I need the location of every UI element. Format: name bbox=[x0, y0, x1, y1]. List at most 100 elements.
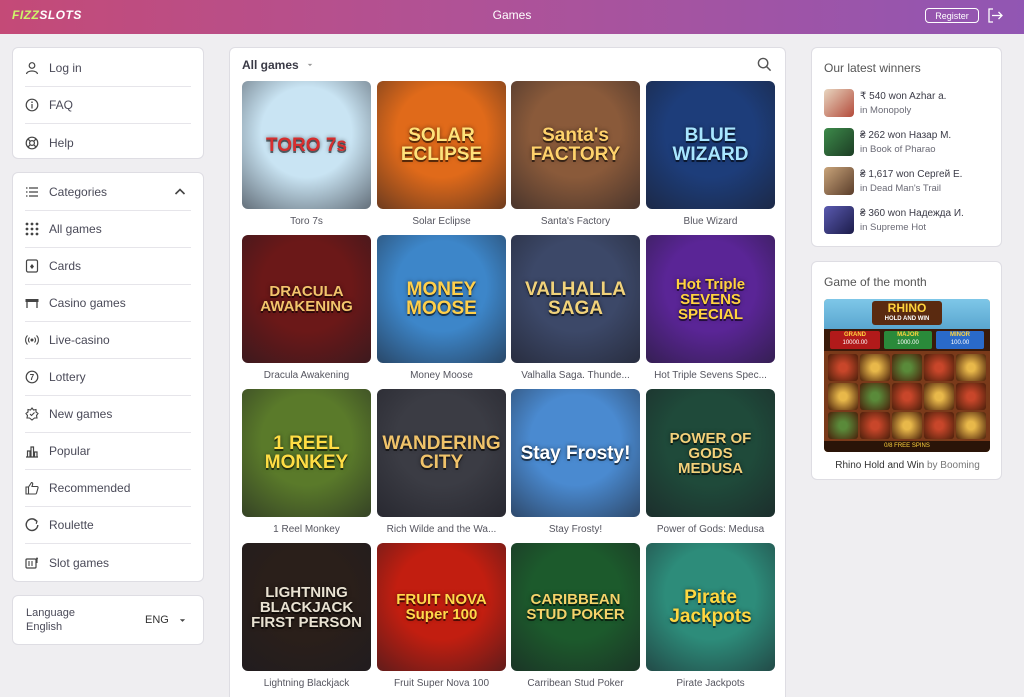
category-slot-games[interactable]: Slot games bbox=[25, 544, 191, 581]
game-tile[interactable]: CARIBBEAN STUD POKER bbox=[511, 543, 640, 671]
category-all-games[interactable]: All games bbox=[25, 211, 191, 248]
search-icon[interactable] bbox=[757, 57, 772, 72]
category-lottery[interactable]: 7 Lottery bbox=[25, 359, 191, 396]
reel-symbol bbox=[828, 412, 858, 439]
chevron-up-icon bbox=[174, 188, 186, 195]
category-label: New games bbox=[49, 407, 113, 421]
register-button[interactable]: Register bbox=[925, 8, 979, 23]
language-selector[interactable]: Language English ENG bbox=[12, 595, 204, 645]
game-tile[interactable]: Santa's FACTORY bbox=[511, 81, 640, 209]
category-cards[interactable]: Cards bbox=[25, 248, 191, 285]
winner-game: in Book of Pharao bbox=[860, 144, 936, 155]
category-roulette[interactable]: Roulette bbox=[25, 507, 191, 544]
login-link[interactable]: Log in bbox=[25, 50, 191, 87]
games-filter-dropdown[interactable]: All games bbox=[242, 57, 313, 73]
game-tile[interactable]: FRUIT NOVA Super 100 bbox=[377, 543, 506, 671]
winner-game-thumbnail bbox=[824, 128, 854, 156]
winner-item[interactable]: ₴ 360 won Надежда И. in Supreme Hot bbox=[824, 206, 994, 234]
category-label: All games bbox=[49, 222, 102, 236]
winner-game-thumbnail bbox=[824, 167, 854, 195]
category-casino-games[interactable]: Casino games bbox=[25, 285, 191, 322]
category-live-casino[interactable]: Live-casino bbox=[25, 322, 191, 359]
game-tile[interactable]: POWER OF GODS MEDUSA bbox=[646, 389, 775, 517]
help-link[interactable]: Help bbox=[25, 124, 191, 161]
login-label: Log in bbox=[49, 61, 82, 75]
categories-toggle[interactable]: Categories bbox=[25, 174, 191, 211]
winner-item[interactable]: ₴ 1,617 won Сергей Е. in Dead Man's Trai… bbox=[824, 167, 994, 195]
game-title[interactable]: Carribean Stud Poker bbox=[511, 678, 640, 691]
account-menu: Log in FAQ Help bbox=[12, 47, 204, 159]
game-title[interactable]: Stay Frosty! bbox=[511, 524, 640, 537]
language-value: English bbox=[26, 621, 63, 633]
game-tile[interactable]: 1 REEL MONKEY bbox=[242, 389, 371, 517]
winner-item[interactable]: ₹ 540 won Azhar a. in Monopoly bbox=[824, 89, 994, 117]
jackpot-major-label: MAJOR bbox=[897, 332, 919, 338]
game-title[interactable]: Fruit Super Nova 100 bbox=[377, 678, 506, 691]
game-tile[interactable]: SOLAR ECLIPSE bbox=[377, 81, 506, 209]
game-tile[interactable]: Pirate Jackpots bbox=[646, 543, 775, 671]
badge-icon bbox=[25, 407, 39, 421]
winner-item[interactable]: ₴ 262 won Назар М. in Book of Pharao bbox=[824, 128, 994, 156]
categories-header: Categories bbox=[49, 185, 108, 199]
game-thumbnail: SOLAR ECLIPSE bbox=[377, 81, 506, 209]
jackpot-major-value: 1000.00 bbox=[897, 340, 919, 346]
category-new-games[interactable]: New games bbox=[25, 396, 191, 433]
game-title[interactable]: Blue Wizard bbox=[646, 216, 775, 229]
exit-icon[interactable] bbox=[986, 7, 1004, 24]
game-tile[interactable]: WANDERING CITY bbox=[377, 389, 506, 517]
game-thumbnail: 1 REEL MONKEY bbox=[242, 389, 371, 517]
reel-symbol bbox=[860, 354, 890, 381]
games-filter-label: All games bbox=[242, 58, 299, 72]
category-recommended[interactable]: Recommended bbox=[25, 470, 191, 507]
banner-logo-subtitle: HOLD AND WIN bbox=[884, 316, 930, 322]
chart-icon bbox=[26, 446, 38, 458]
game-thumbnail: POWER OF GODS MEDUSA bbox=[646, 389, 775, 517]
game-of-month-caption: Rhino Hold and Win by Booming bbox=[812, 460, 1003, 471]
game-thumbnail: Stay Frosty! bbox=[511, 389, 640, 517]
language-label: Language bbox=[26, 607, 75, 619]
winner-amount: ₹ 540 won Azhar a. bbox=[860, 91, 947, 102]
category-label: Live-casino bbox=[49, 333, 110, 347]
game-tile[interactable]: Stay Frosty! bbox=[511, 389, 640, 517]
category-popular[interactable]: Popular bbox=[25, 433, 191, 470]
reel-symbol bbox=[828, 383, 858, 410]
game-thumbnail: FRUIT NOVA Super 100 bbox=[377, 543, 506, 671]
game-title[interactable]: Pirate Jackpots bbox=[646, 678, 775, 691]
winner-amount: ₴ 262 won Назар М. bbox=[860, 130, 952, 141]
game-of-month-name[interactable]: Rhino Hold and Win bbox=[835, 460, 924, 471]
game-title[interactable]: Money Moose bbox=[377, 370, 506, 383]
game-tile[interactable]: DRACULA AWAKENING bbox=[242, 235, 371, 363]
game-title[interactable]: Lightning Blackjack bbox=[242, 678, 371, 691]
game-title[interactable]: Power of Gods: Medusa bbox=[646, 524, 775, 537]
game-title[interactable]: Hot Triple Sevens Spec... bbox=[646, 370, 775, 383]
game-of-month-provider: by Booming bbox=[926, 460, 980, 471]
game-title[interactable]: Santa's Factory bbox=[511, 216, 640, 229]
game-of-month-banner[interactable]: RHINO HOLD AND WIN GRAND 10000.00 MAJOR … bbox=[824, 299, 990, 452]
winners-title: Our latest winners bbox=[824, 61, 921, 75]
game-thumbnail: CARIBBEAN STUD POKER bbox=[511, 543, 640, 671]
jackpot-minor: MINOR 100.00 bbox=[936, 331, 984, 349]
game-tile[interactable]: Hot Triple SEVENS SPECIAL bbox=[646, 235, 775, 363]
faq-link[interactable]: FAQ bbox=[25, 87, 191, 124]
winner-game-thumbnail bbox=[824, 89, 854, 117]
reel-symbol bbox=[860, 412, 890, 439]
game-tile[interactable]: LIGHTNING BLACKJACK FIRST PERSON bbox=[242, 543, 371, 671]
game-of-month-title: Game of the month bbox=[824, 275, 927, 289]
game-title[interactable]: Solar Eclipse bbox=[377, 216, 506, 229]
reel-symbol bbox=[956, 383, 986, 410]
game-tile[interactable]: BLUE WIZARD bbox=[646, 81, 775, 209]
game-tile[interactable]: MONEY MOOSE bbox=[377, 235, 506, 363]
game-of-month-panel: Game of the month RHINO HOLD AND WIN GRA… bbox=[811, 261, 1002, 480]
game-tile[interactable]: VALHALLA SAGA bbox=[511, 235, 640, 363]
reel-symbol bbox=[956, 354, 986, 381]
jackpot-grand-value: 10000.00 bbox=[842, 340, 868, 346]
game-title[interactable]: 1 Reel Monkey bbox=[242, 524, 371, 537]
banner-logo-title: RHINO bbox=[887, 301, 927, 315]
game-thumbnail: Pirate Jackpots bbox=[646, 543, 775, 671]
game-title[interactable]: Valhalla Saga. Thunde... bbox=[511, 370, 640, 383]
game-tile[interactable]: TORO 7s bbox=[242, 81, 371, 209]
game-title[interactable]: Toro 7s bbox=[242, 216, 371, 229]
game-title[interactable]: Rich Wilde and the Wa... bbox=[377, 524, 506, 537]
jackpot-minor-label: MINOR bbox=[950, 332, 970, 338]
game-title[interactable]: Dracula Awakening bbox=[242, 370, 371, 383]
